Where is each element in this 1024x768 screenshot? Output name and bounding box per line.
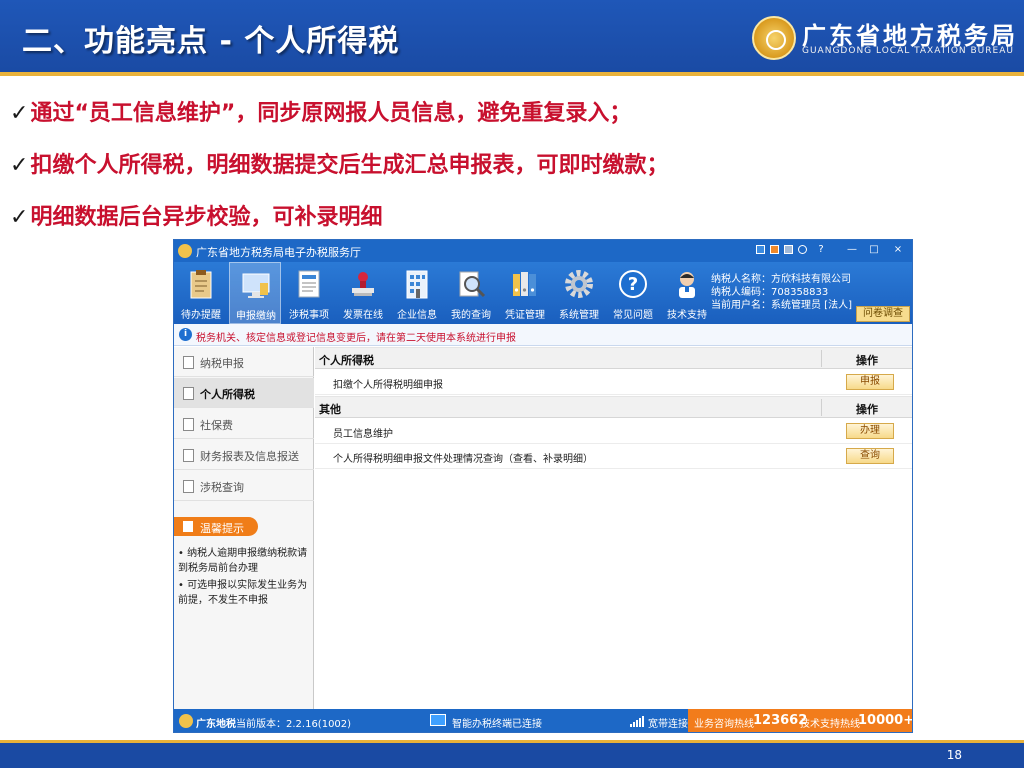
tips-header: 温馨提示 xyxy=(174,517,258,536)
app-titlebar: 广东省地方税务局电子办税服务厅 ? — □ × xyxy=(174,240,912,262)
toolbar-invoice[interactable]: 发票在线 xyxy=(337,262,389,324)
signal-icon xyxy=(630,716,644,727)
terminal-icon xyxy=(430,714,446,726)
status-version: 当前版本：2.2.16(1002) xyxy=(236,719,352,730)
monitor-icon xyxy=(242,273,270,298)
document-icon xyxy=(298,270,320,298)
info-icon: i xyxy=(179,328,192,341)
handle-button[interactable]: 办理 xyxy=(846,423,894,439)
tip-line: 前提，不发生不申报 xyxy=(178,595,268,606)
magnifier-icon xyxy=(459,271,486,298)
tip-line: 到税务局前台办理 xyxy=(178,563,258,574)
toolbar-todo[interactable]: 待办提醒 xyxy=(175,262,227,324)
message-icon[interactable] xyxy=(784,245,793,254)
skin-icon[interactable] xyxy=(756,245,765,254)
app-title: 广东省地方税务局电子办税服务厅 xyxy=(196,246,361,259)
sidebar-item-tax-query[interactable]: 涉税查询 xyxy=(174,471,314,501)
slide-header: 二、功能亮点 - 个人所得税 广东省地方税务局 GUANGDONG LOCAL … xyxy=(0,0,1024,76)
building-icon xyxy=(406,270,428,299)
gear-icon xyxy=(565,270,593,298)
note-icon xyxy=(183,521,193,532)
tip-line: • 可选申报以实际发生业务为 xyxy=(178,580,308,591)
section-header-pit: 个人所得税 操作 xyxy=(315,347,912,369)
notice-text: 税务机关、核定信息或登记信息变更后，请在第二天使用本系统进行申报 xyxy=(196,333,516,344)
list-icon xyxy=(183,356,194,369)
current-user: 当前用户名：系统管理员 [法人] xyxy=(711,300,852,311)
slide-title: 二、功能亮点 - 个人所得税 xyxy=(22,24,400,59)
main-toolbar: 待办提醒 申报缴纳 涉税事项 发票在线 企业信息 我的查询 凭证管理 系统管理 xyxy=(174,262,912,324)
toolbar-support[interactable]: 技术支持 xyxy=(661,262,713,324)
table-row: 员工信息维护 办理 xyxy=(315,419,912,444)
declare-button[interactable]: 申报 xyxy=(846,374,894,390)
bureau-name-en: GUANGDONG LOCAL TAXATION BUREAU xyxy=(802,46,1014,56)
bullet-1: ✓通过“员工信息维护”，同步原网报人员信息，避免重复录入； xyxy=(10,101,632,126)
check-icon: ✓ xyxy=(10,153,29,178)
sidebar-item-tax-declaration[interactable]: 纳税申报 xyxy=(174,347,314,377)
clipboard-icon xyxy=(190,270,212,299)
status-brand: 广东地税 xyxy=(196,719,236,730)
svg-text:?: ? xyxy=(628,274,638,295)
sidebar: 纳税申报 个人所得税 社保费 财务报表及信息报送 涉税查询 温馨提示 • 纳税人… xyxy=(174,347,314,709)
check-icon: ✓ xyxy=(10,205,29,230)
page-number: 18 xyxy=(946,748,962,762)
question-icon: ? xyxy=(619,270,647,298)
status-terminal: 智能办税终端已连接 xyxy=(452,719,542,730)
toolbar-tax-matters[interactable]: 涉税事项 xyxy=(283,262,335,324)
stamp-icon xyxy=(352,272,374,296)
table-row: 扣缴个人所得税明细申报 申报 xyxy=(315,370,912,395)
query-button[interactable]: 查询 xyxy=(846,448,894,464)
report-icon xyxy=(183,449,194,462)
bullet-3: ✓明细数据后台异步校验，可补录明细 xyxy=(10,205,383,230)
survey-button[interactable]: 问卷调查 xyxy=(856,306,910,322)
sidebar-item-financial-report[interactable]: 财务报表及信息报送 xyxy=(174,440,314,470)
toolbar-voucher[interactable]: 凭证管理 xyxy=(499,262,551,324)
table-row: 个人所得税明细申报文件处理情况查询（查看、补录明细） 查询 xyxy=(315,444,912,469)
check-icon: ✓ xyxy=(10,101,29,126)
status-network: 宽带连接 xyxy=(648,719,688,730)
support-hotline: 10000+9 xyxy=(858,713,912,728)
help-icon[interactable]: ? xyxy=(814,243,828,257)
tip-line: • 纳税人逾期申报缴纳税款请 xyxy=(178,548,308,559)
sidebar-item-social-security[interactable]: 社保费 xyxy=(174,409,314,439)
status-bar: 广东地税 当前版本：2.2.16(1002) 智能办税终端已连接 宽带连接 业务… xyxy=(174,709,912,732)
support-agent-icon xyxy=(679,272,695,298)
bullet-2: ✓扣缴个人所得税，明细数据提交后生成汇总申报表，可即时缴款； xyxy=(10,153,669,178)
binders-icon xyxy=(513,272,536,296)
notice-bar: i 税务机关、核定信息或登记信息变更后，请在第二天使用本系统进行申报 xyxy=(174,324,912,346)
toolbar-declare[interactable]: 申报缴纳 xyxy=(229,262,281,324)
document-icon xyxy=(183,418,194,431)
app-window: 广东省地方税务局电子办税服务厅 ? — □ × 待办提醒 申报缴纳 涉税事项 发… xyxy=(173,239,913,733)
toolbar-my-query[interactable]: 我的查询 xyxy=(445,262,497,324)
app-logo-icon xyxy=(178,244,192,258)
minimize-button[interactable]: — xyxy=(845,243,859,257)
sidebar-item-personal-income-tax[interactable]: 个人所得税 xyxy=(174,378,314,408)
section-header-other: 其他 操作 xyxy=(315,396,912,418)
tax-bureau-emblem-icon xyxy=(752,16,796,60)
toolbar-faq[interactable]: ? 常见问题 xyxy=(607,262,659,324)
brand-logo-icon xyxy=(179,714,193,728)
maximize-button[interactable]: □ xyxy=(867,243,881,257)
document-icon xyxy=(183,480,194,493)
close-button[interactable]: × xyxy=(891,243,905,257)
toolbar-enterprise-info[interactable]: 企业信息 xyxy=(391,262,443,324)
toolbar-system[interactable]: 系统管理 xyxy=(553,262,605,324)
theme-icon[interactable] xyxy=(770,245,779,254)
hotline-panel: 业务咨询热线 123662 技术支持热线 10000+9 xyxy=(688,709,912,732)
settings-icon[interactable] xyxy=(798,245,807,254)
slide-footer: 18 xyxy=(0,740,1024,768)
document-icon xyxy=(183,387,194,400)
content-panel: 个人所得税 操作 扣缴个人所得税明细申报 申报 其他 操作 员工信息维护 办理 … xyxy=(315,347,912,709)
